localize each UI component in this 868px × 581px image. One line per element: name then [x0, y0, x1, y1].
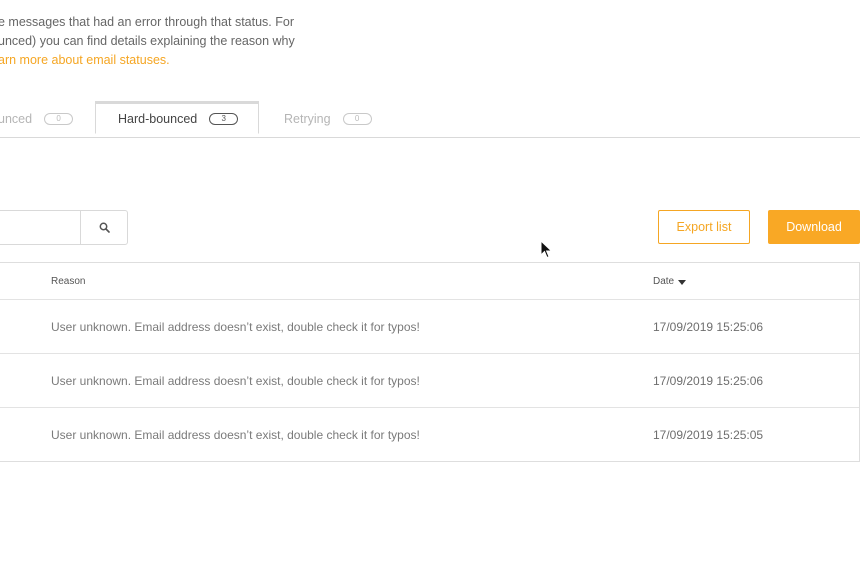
bounce-table: Reason Date User unknown. Email address …: [0, 262, 860, 462]
download-button[interactable]: Download: [768, 210, 860, 244]
tab-label: Hard-bounced: [118, 111, 198, 126]
sort-desc-icon: [678, 280, 687, 285]
row-reason: User unknown. Email address doesn’t exis…: [51, 374, 420, 388]
tab-hard-bounced[interactable]: Hard-bounced 3: [95, 101, 259, 134]
tab-label: Retrying: [284, 112, 331, 126]
learn-more-link[interactable]: arn more about email statuses.: [0, 53, 170, 67]
tab-soft-bounced[interactable]: unced 0: [0, 102, 74, 136]
tab-count-badge: 0: [342, 113, 372, 125]
search-icon: [99, 222, 110, 233]
row-date: 17/09/2019 15:25:06: [653, 320, 764, 334]
status-tabs: unced 0 Hard-bounced 3 Retrying 0: [0, 101, 860, 138]
table-row: User unknown. Email address doesn’t exis…: [0, 354, 859, 408]
table-row: User unknown. Email address doesn’t exis…: [0, 300, 859, 354]
row-date: 17/09/2019 15:25:05: [653, 428, 764, 442]
tab-count-badge: 3: [209, 112, 239, 125]
table-row: User unknown. Email address doesn’t exis…: [0, 408, 859, 461]
intro-line-2: unced) you can find details explaining t…: [0, 34, 295, 48]
row-reason: User unknown. Email address doesn’t exis…: [51, 320, 420, 334]
date-header-label: Date: [653, 276, 675, 287]
column-header-date[interactable]: Date: [653, 276, 687, 287]
intro-line-1: e messages that had an error through tha…: [0, 15, 294, 29]
intro-text: e messages that had an error through tha…: [0, 13, 295, 70]
column-header-reason: Reason: [51, 276, 86, 287]
row-reason: User unknown. Email address doesn’t exis…: [51, 428, 420, 442]
row-date: 17/09/2019 15:25:06: [653, 374, 764, 388]
search-input[interactable]: [0, 210, 81, 245]
mouse-pointer-icon: [540, 240, 553, 259]
tab-count-badge: 0: [44, 113, 74, 125]
tab-label: unced: [0, 112, 33, 126]
tab-retrying[interactable]: Retrying 0: [284, 102, 372, 136]
table-header: Reason Date: [0, 263, 859, 300]
search-button[interactable]: [80, 210, 128, 245]
export-list-button[interactable]: Export list: [658, 210, 750, 244]
